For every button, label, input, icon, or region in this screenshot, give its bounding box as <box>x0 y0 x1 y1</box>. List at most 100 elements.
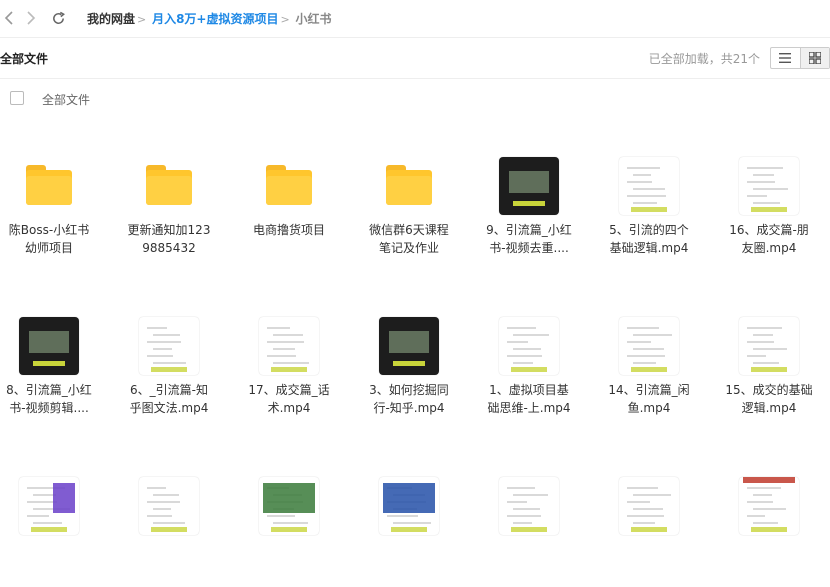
video-thumbnail-icon <box>619 157 679 215</box>
page-title: 全部文件 <box>0 52 49 66</box>
file-name: 更新通知加123 9885432 <box>109 221 229 257</box>
view-toggle <box>770 47 830 69</box>
file-name-line1: 更新通知加123 <box>127 223 211 237</box>
video-thumbnail-icon <box>379 477 439 535</box>
file-name-line2: 笔记及作业 <box>378 241 439 255</box>
file-name-line1: 17、成交篇_话 <box>248 383 330 397</box>
file-name: 1、虚拟项目基 础思维-上.mp4 <box>469 381 589 417</box>
folder-item[interactable]: 电商撸货项目 <box>229 117 349 267</box>
breadcrumb: 我的网盘 > 月入8万+虚拟资源项目 > 小红书 <box>87 10 332 27</box>
file-name-line2: 术.mp4 <box>267 401 311 415</box>
select-all-checkbox[interactable] <box>10 91 24 105</box>
file-item[interactable]: 17、成交篇_话 术.mp4 <box>229 277 349 427</box>
folder-icon <box>386 165 432 205</box>
file-item[interactable]: 15、成交的基础 逻辑.mp4 <box>709 277 829 427</box>
file-name: 17、成交篇_话 术.mp4 <box>229 381 349 417</box>
file-name-line1: 1、虚拟项目基 <box>489 383 569 397</box>
list-view-icon[interactable] <box>771 48 800 68</box>
folder-item[interactable]: 陈Boss-小红书 幼师项目 <box>0 117 109 267</box>
chevron-right-icon[interactable] <box>22 9 40 27</box>
file-name: 电商撸货项目 <box>229 221 349 239</box>
folder-icon <box>266 165 312 205</box>
file-name: 8、引流篇_小红 书-视频剪辑.... <box>0 381 109 417</box>
file-name-line2: 鱼.mp4 <box>627 401 671 415</box>
video-thumbnail-icon <box>259 477 319 535</box>
file-name-line1: 15、成交的基础 <box>725 383 813 397</box>
folder-item[interactable]: 微信群6天课程 笔记及作业 <box>349 117 469 267</box>
file-name: 14、引流篇_闲 鱼.mp4 <box>589 381 709 417</box>
video-thumbnail-icon <box>259 317 319 375</box>
file-name-line1: 6、_引流篇-知 <box>130 383 208 397</box>
breadcrumb-current: 小红书 <box>295 12 332 26</box>
file-name-line1: 陈Boss-小红书 <box>8 223 90 237</box>
breadcrumb-separator: > <box>137 13 147 26</box>
file-name: 3、如何挖掘同 行-知乎.mp4 <box>349 381 469 417</box>
file-item[interactable]: 1、虚拟项目基 础思维-上.mp4 <box>469 277 589 427</box>
file-name-line2: 乎图文法.mp4 <box>129 401 209 415</box>
file-item[interactable] <box>229 437 349 587</box>
file-name: 5、引流的四个 基础逻辑.mp4 <box>589 221 709 257</box>
file-item[interactable]: 9、引流篇_小红 书-视频去重.... <box>469 117 589 267</box>
select-all-label: 全部文件 <box>42 93 91 107</box>
file-name-line2: 书-视频剪辑.... <box>9 401 89 415</box>
file-item[interactable]: 6、_引流篇-知 乎图文法.mp4 <box>109 277 229 427</box>
file-item[interactable] <box>709 437 829 587</box>
file-name: 15、成交的基础 逻辑.mp4 <box>709 381 829 417</box>
folder-icon <box>146 165 192 205</box>
select-all-bar: 全部文件 <box>0 79 830 117</box>
load-status: 已全部加载，共21个 <box>648 52 760 66</box>
video-thumbnail-icon <box>739 157 799 215</box>
file-name-line2: 逻辑.mp4 <box>741 401 797 415</box>
file-name-line1: 8、引流篇_小红 <box>6 383 92 397</box>
video-thumbnail-icon <box>499 317 559 375</box>
file-name: 6、_引流篇-知 乎图文法.mp4 <box>109 381 229 417</box>
chevron-left-icon[interactable] <box>0 9 18 27</box>
video-thumbnail-icon <box>739 477 799 535</box>
file-item[interactable] <box>109 437 229 587</box>
file-item[interactable] <box>349 437 469 587</box>
video-thumbnail-icon <box>139 477 199 535</box>
file-name-line1: 电商撸货项目 <box>252 223 325 237</box>
file-name-line2: 基础逻辑.mp4 <box>609 241 689 255</box>
file-name-line2: 书-视频去重.... <box>489 241 569 255</box>
file-item[interactable]: 3、如何挖掘同 行-知乎.mp4 <box>349 277 469 427</box>
file-name: 陈Boss-小红书 幼师项目 <box>0 221 109 257</box>
video-thumbnail-icon <box>739 317 799 375</box>
file-name-line1: 微信群6天课程 <box>369 223 449 237</box>
file-name: 微信群6天课程 笔记及作业 <box>349 221 469 257</box>
file-item[interactable] <box>589 437 709 587</box>
file-name-line1: 14、引流篇_闲 <box>608 383 690 397</box>
file-name-line1: 9、引流篇_小红 <box>486 223 572 237</box>
file-name-line2: 9885432 <box>142 241 196 255</box>
file-name-line2: 础思维-上.mp4 <box>487 401 571 415</box>
file-name: 9、引流篇_小红 书-视频去重.... <box>469 221 589 257</box>
breadcrumb-parent[interactable]: 月入8万+虚拟资源项目 <box>152 12 278 26</box>
file-name-line2: 行-知乎.mp4 <box>373 401 445 415</box>
file-name-line2: 幼师项目 <box>24 241 73 255</box>
breadcrumb-root[interactable]: 我的网盘 <box>87 12 135 26</box>
file-name-line1: 16、成交篇-朋 <box>729 223 809 237</box>
file-item[interactable]: 16、成交篇-朋 友圈.mp4 <box>709 117 829 267</box>
header-bar: 全部文件 已全部加载，共21个 <box>0 38 830 79</box>
video-thumbnail-icon <box>499 157 559 215</box>
breadcrumb-separator: > <box>280 13 290 26</box>
grid-view-icon[interactable] <box>799 48 829 68</box>
file-name-line1: 5、引流的四个 <box>609 223 689 237</box>
file-item[interactable] <box>0 437 109 587</box>
video-thumbnail-icon <box>619 317 679 375</box>
file-item[interactable]: 14、引流篇_闲 鱼.mp4 <box>589 277 709 427</box>
file-name-line1: 3、如何挖掘同 <box>369 383 449 397</box>
video-thumbnail-icon <box>19 477 79 535</box>
file-item[interactable]: 5、引流的四个 基础逻辑.mp4 <box>589 117 709 267</box>
folder-icon <box>26 165 72 205</box>
video-thumbnail-icon <box>379 317 439 375</box>
file-item[interactable] <box>469 437 589 587</box>
folder-item[interactable]: 更新通知加123 9885432 <box>109 117 229 267</box>
refresh-icon[interactable] <box>49 9 67 27</box>
video-thumbnail-icon <box>619 477 679 535</box>
file-item[interactable]: 8、引流篇_小红 书-视频剪辑.... <box>0 277 109 427</box>
file-name-line2: 友圈.mp4 <box>741 241 797 255</box>
top-navigation-bar: 我的网盘 > 月入8万+虚拟资源项目 > 小红书 <box>0 0 830 38</box>
video-thumbnail-icon <box>139 317 199 375</box>
video-thumbnail-icon <box>499 477 559 535</box>
